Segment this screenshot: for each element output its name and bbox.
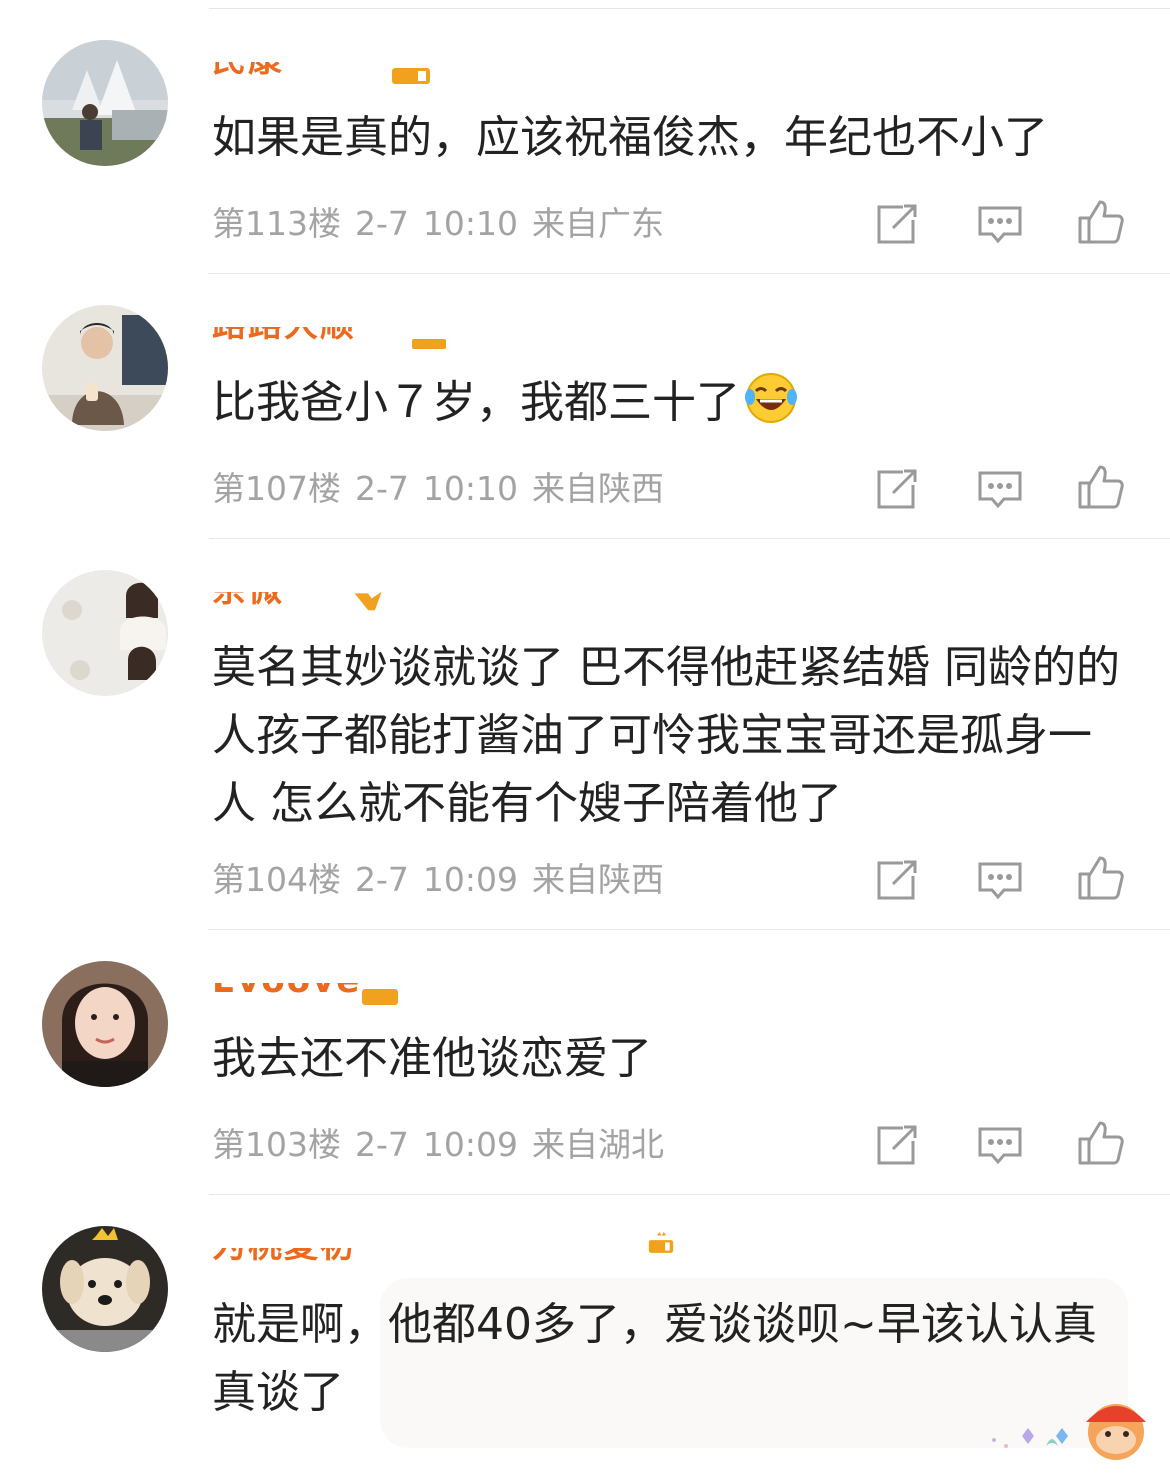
repost-icon[interactable] (873, 856, 921, 904)
comment-meta: 第103楼 2-7 10:09 来自湖北 (212, 1125, 678, 1165)
floor-number: 第103楼 (212, 1125, 341, 1164)
comment-time: 10:10 (422, 469, 519, 508)
repost-icon[interactable] (873, 1121, 921, 1169)
comment-location: 来自陕西 (532, 469, 665, 508)
thumbs-up-icon[interactable] (1076, 854, 1124, 902)
sticker-decoration-icon (992, 1404, 1146, 1460)
member-badge-icon (412, 339, 446, 349)
thumbs-up-icon[interactable] (1076, 198, 1124, 246)
username[interactable]: 为桃夏初 (212, 1248, 356, 1270)
comment-meta: 第107楼 2-7 10:10 来自陕西 (212, 469, 678, 509)
comment-icon[interactable] (976, 1121, 1024, 1169)
username[interactable]: 民康 (212, 62, 284, 84)
comment-icon[interactable] (976, 465, 1024, 513)
comment-time: 10:09 (422, 860, 519, 899)
comment-text: 就是啊，他都40多了，爱谈谈呗~早该认认真真谈了 (212, 1299, 1097, 1418)
thumbs-up-icon[interactable] (1076, 1119, 1124, 1167)
username[interactable]: Evoove (212, 983, 361, 1005)
comment-location: 来自陕西 (532, 860, 665, 899)
floor-number: 第113楼 (212, 204, 341, 243)
member-badge-icon (362, 989, 398, 1005)
comment-meta: 第113楼 2-7 10:10 来自广东 (212, 204, 678, 244)
divider (209, 929, 1170, 930)
avatar[interactable] (42, 40, 168, 166)
avatar[interactable] (42, 961, 168, 1087)
comment-icon[interactable] (976, 856, 1024, 904)
comment-date: 2-7 (355, 469, 409, 508)
comment-location: 来自广东 (532, 204, 665, 243)
divider (209, 273, 1170, 274)
comment-date: 2-7 (355, 860, 409, 899)
comment-text: 我去还不准他谈恋爱了 (212, 1033, 652, 1084)
repost-icon[interactable] (873, 200, 921, 248)
repost-icon[interactable] (873, 465, 921, 513)
floor-number: 第107楼 (212, 469, 341, 508)
floor-number: 第104楼 (212, 860, 341, 899)
divider (209, 8, 1170, 9)
comment-meta: 第104楼 2-7 10:09 来自陕西 (212, 860, 678, 900)
laughing-tears-emoji (745, 373, 797, 423)
avatar[interactable] (42, 1226, 168, 1352)
username[interactable]: 路路大顺 (212, 327, 356, 349)
member-badge-icon (354, 591, 382, 611)
comment-date: 2-7 (355, 204, 409, 243)
comment-text: 如果是真的，应该祝福俊杰，年纪也不小了 (212, 112, 1048, 163)
comment-date: 2-7 (355, 1125, 409, 1164)
comment-icon[interactable] (976, 200, 1024, 248)
member-badge-icon (392, 68, 430, 84)
divider (209, 538, 1170, 539)
divider (209, 1194, 1170, 1195)
comment-time: 10:09 (422, 1125, 519, 1164)
username[interactable]: 余微 (212, 592, 284, 614)
comment-text: 莫名其妙谈就谈了 巴不得他赶紧结婚 同龄的的人孩子都能打酱油了可怜我宝宝哥还是孤… (212, 642, 1120, 829)
thumbs-up-icon[interactable] (1076, 463, 1124, 511)
avatar[interactable] (42, 305, 168, 431)
comment-time: 10:10 (422, 204, 519, 243)
avatar[interactable] (42, 570, 168, 696)
comment-text: 比我爸小７岁，我都三十了 (212, 369, 1132, 437)
comment-location: 来自湖北 (532, 1125, 665, 1164)
member-badge-icon (648, 1232, 674, 1253)
